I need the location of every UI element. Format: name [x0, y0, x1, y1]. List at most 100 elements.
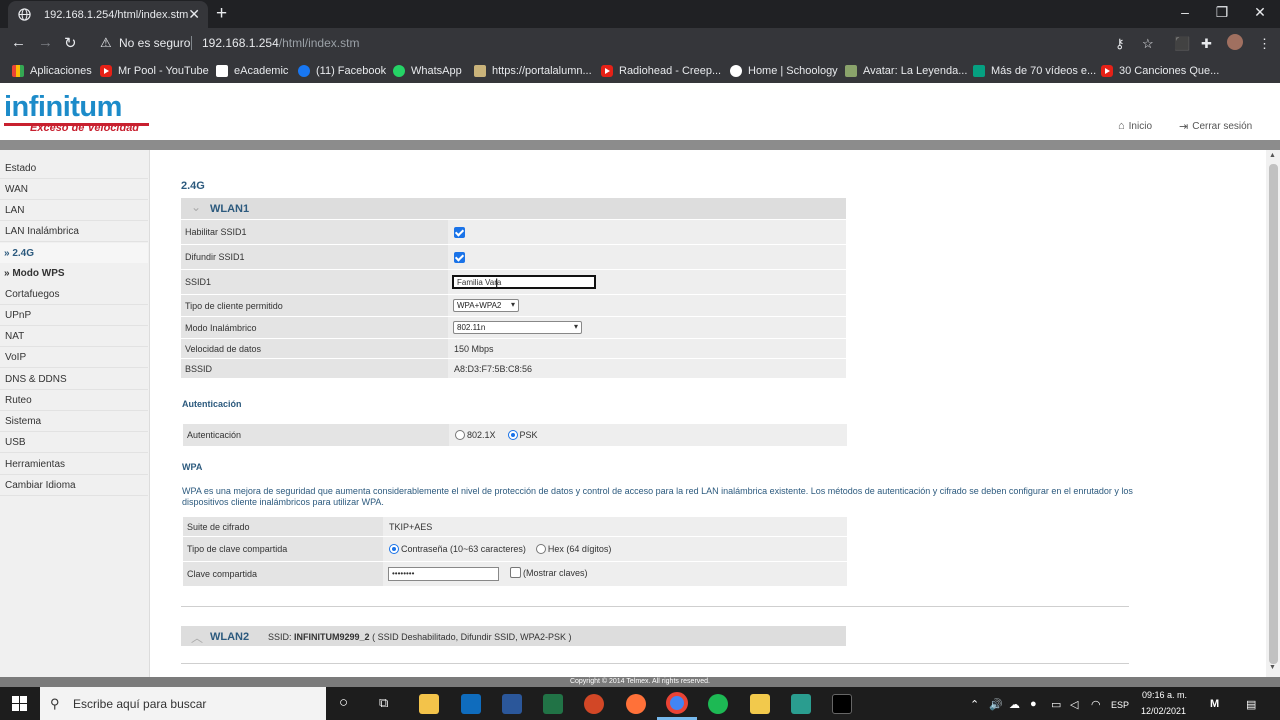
sidebar-item-estado[interactable]: Estado	[0, 158, 148, 179]
input-language[interactable]: ESP	[1111, 700, 1129, 710]
show-keys-toggle[interactable]: (Mostrar claves)	[510, 567, 588, 578]
wifi-icon[interactable]: ◠	[1091, 698, 1101, 711]
ssid-input[interactable]: Familia Vara	[452, 275, 596, 289]
mail-icon[interactable]	[461, 694, 481, 714]
key-icon[interactable]: ⚷	[1115, 36, 1125, 52]
maximize-icon[interactable]: ❐	[1212, 4, 1232, 21]
forward-icon[interactable]: →	[38, 34, 53, 51]
sidebar-item-herramientas[interactable]: Herramientas	[0, 454, 148, 475]
cortana-icon[interactable]: ○	[339, 694, 348, 711]
key-type-hex-radio[interactable]	[535, 544, 546, 554]
broadcast-ssid-checkbox[interactable]	[454, 251, 465, 263]
wlan2-ssid-prefix: SSID:	[268, 632, 292, 642]
app-tray-icon[interactable]: M	[1210, 698, 1219, 710]
microphone-icon[interactable]: ●	[1030, 698, 1037, 710]
windows-start-icon[interactable]	[12, 696, 27, 711]
clock-date[interactable]: 12/02/2021	[1141, 706, 1186, 716]
menu-icon[interactable]: ⋮	[1258, 36, 1271, 52]
bookmark-radiohead[interactable]: Radiohead - Creep...	[601, 63, 721, 78]
taskbar-search[interactable]: ⚲ Escribe aquí para buscar	[40, 687, 326, 720]
sidebar-item-lan-inalambrica[interactable]: LAN Inalámbrica	[0, 221, 148, 242]
notifications-icon[interactable]: ▤	[1246, 698, 1256, 711]
speaker-icon[interactable]: ◁	[1070, 698, 1078, 711]
powerpoint-icon[interactable]	[584, 694, 604, 714]
sidebar-subitem-24g[interactable]: » 2.4G	[0, 243, 148, 264]
tray-chevron-up-icon[interactable]: ⌃	[970, 698, 979, 711]
bookmark-schoology[interactable]: Home | Schoology	[730, 63, 838, 78]
client-type-select[interactable]: WPA+WPA2 ▾	[453, 299, 519, 312]
bookmark-avatar[interactable]: Avatar: La Leyenda...	[845, 63, 967, 78]
bookmark-apps[interactable]: Aplicaciones	[12, 63, 92, 78]
sidebar-item-upnp[interactable]: UPnP	[0, 305, 148, 326]
new-tab-button[interactable]: +	[216, 3, 227, 25]
sidebar-item-ruteo[interactable]: Ruteo	[0, 390, 148, 411]
youtube-icon	[1101, 64, 1113, 77]
bookmark-mrpool[interactable]: Mr Pool - YouTube	[100, 63, 209, 78]
sidebar-item-voip[interactable]: VoIP	[0, 347, 148, 368]
onedrive-icon[interactable]: ☁	[1009, 698, 1020, 711]
sidebar-item-lan[interactable]: LAN	[0, 200, 148, 221]
home-link[interactable]: ⌂ Inicio	[1118, 120, 1152, 132]
pdf-extension-icon[interactable]: ⬛	[1174, 36, 1190, 52]
not-secure-label[interactable]: No es seguro	[119, 36, 190, 50]
sidebar-item-sistema[interactable]: Sistema	[0, 411, 148, 432]
infinitum-logo[interactable]: infinitum Exceso de Velocidad	[4, 93, 149, 134]
minimize-icon[interactable]: –	[1175, 4, 1195, 20]
home-icon: ⌂	[1118, 120, 1125, 132]
sidebar-item-cortafuegos[interactable]: Cortafuegos	[0, 284, 148, 305]
profile-avatar[interactable]	[1227, 34, 1243, 50]
extensions-icon[interactable]: ✚	[1201, 36, 1212, 52]
show-keys-checkbox[interactable]	[510, 567, 521, 578]
spotify-icon[interactable]	[708, 694, 728, 714]
shared-key-input[interactable]: ••••••••	[388, 567, 499, 581]
url-text[interactable]: 192.168.1.254/html/index.stm	[202, 36, 359, 50]
firefox-icon[interactable]	[626, 694, 646, 714]
browser-tab[interactable]: 192.168.1.254/html/index.stm ✕	[8, 1, 208, 28]
bookmark-facebook[interactable]: (11) Facebook	[298, 63, 386, 78]
bookmark-eacademic[interactable]: eAcademic	[216, 63, 288, 78]
star-icon[interactable]: ☆	[1142, 36, 1154, 52]
sidebar-item-dns[interactable]: DNS & DDNS	[0, 369, 148, 390]
close-window-icon[interactable]: ✕	[1250, 4, 1270, 21]
bookmark-pexels[interactable]: Más de 70 vídeos e...	[973, 63, 1096, 78]
word-icon[interactable]	[502, 694, 522, 714]
scroll-down-icon[interactable]: ▼	[1269, 664, 1276, 671]
volume-icon[interactable]: 🔊	[989, 698, 1003, 711]
page-icon	[474, 64, 486, 77]
excel-icon[interactable]	[543, 694, 563, 714]
reload-icon[interactable]: ↻	[64, 34, 77, 52]
close-tab-icon[interactable]: ✕	[188, 6, 200, 23]
filmora-icon[interactable]	[791, 694, 811, 714]
battery-icon[interactable]: ▭	[1051, 698, 1061, 711]
warning-icon[interactable]: ⚠	[100, 35, 112, 51]
sidebar-item-wan[interactable]: WAN	[0, 179, 148, 200]
scrollbar-thumb[interactable]	[1269, 164, 1278, 664]
terminal-icon[interactable]	[832, 694, 852, 714]
sidebar-item-idioma[interactable]: Cambiar Idioma	[0, 475, 148, 496]
bookmark-whatsapp[interactable]: WhatsApp	[393, 63, 462, 78]
auth-8021x-radio[interactable]	[455, 430, 465, 440]
file-explorer-icon[interactable]	[419, 694, 439, 714]
sidebar-item-nat[interactable]: NAT	[0, 326, 148, 347]
sidebar-subitem-wps[interactable]: » Modo WPS	[0, 263, 148, 284]
bookmark-label: Mr Pool - YouTube	[118, 64, 209, 77]
enable-ssid-checkbox[interactable]	[454, 226, 465, 238]
wlan2-header[interactable]: ︿ WLAN2 SSID: INFINITUM9299_2 ( SSID Des…	[181, 626, 846, 646]
mode-select[interactable]: 802.11n ▾	[453, 321, 582, 334]
clock-time[interactable]: 09:16 a. m.	[1142, 690, 1187, 700]
bookmark-canciones[interactable]: 30 Canciones Que...	[1101, 63, 1219, 78]
wlan1-header[interactable]: ⌄ WLAN1	[181, 198, 846, 219]
task-view-icon[interactable]: ⧉	[379, 695, 388, 711]
key-type-password-radio[interactable]	[389, 544, 399, 554]
back-icon[interactable]: ←	[11, 34, 26, 51]
address-bar[interactable]: ⚠ No es seguro 192.168.1.254/html/index.…	[90, 31, 1140, 55]
chrome-icon[interactable]	[666, 692, 688, 714]
page-scrollbar[interactable]: ▲ ▼	[1266, 150, 1280, 677]
logout-link[interactable]: ⇥ Cerrar sesión	[1179, 120, 1252, 133]
sticky-notes-icon[interactable]	[750, 694, 770, 714]
auth-psk-radio[interactable]	[507, 430, 518, 440]
sidebar-item-usb[interactable]: USB	[0, 432, 148, 453]
header-divider	[0, 140, 1280, 150]
scroll-up-icon[interactable]: ▲	[1269, 152, 1276, 159]
bookmark-portal[interactable]: https://portalalumn...	[474, 63, 592, 78]
